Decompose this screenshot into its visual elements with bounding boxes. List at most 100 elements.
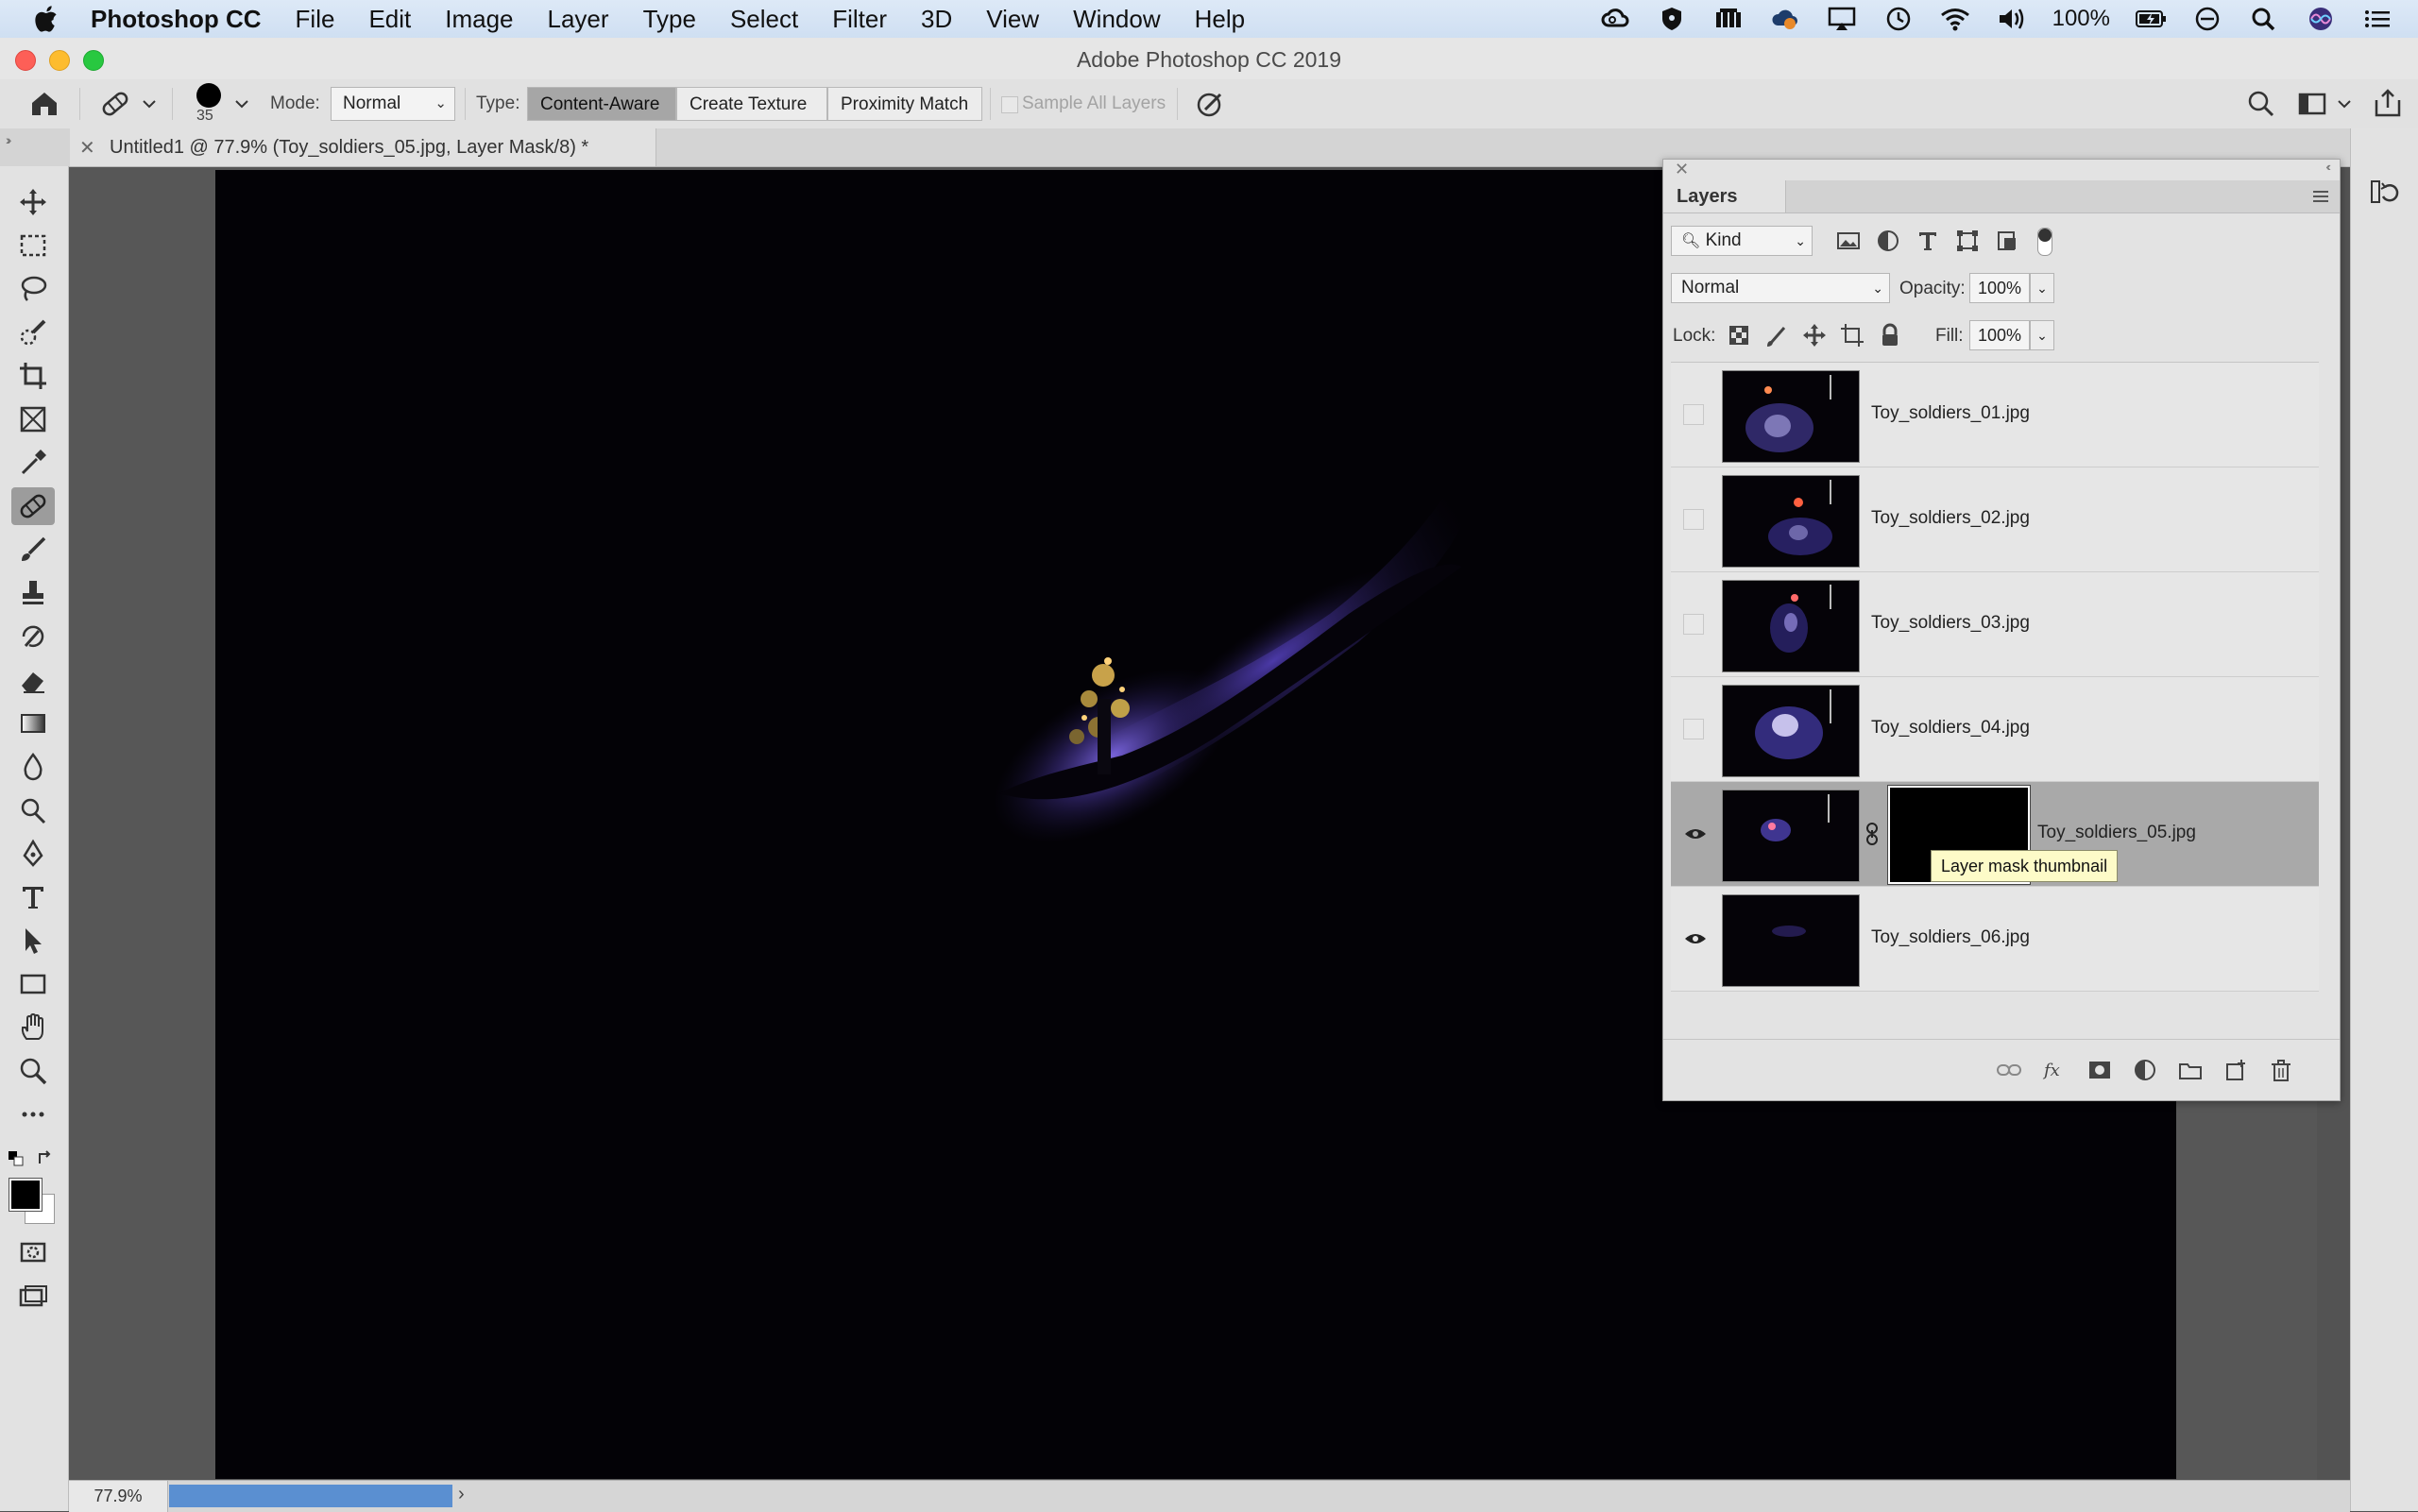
close-tab-icon[interactable]: ✕ <box>79 136 95 160</box>
lock-transparent-pixels-icon[interactable] <box>1726 322 1752 348</box>
menu-window[interactable]: Window <box>1056 5 1177 34</box>
cloud-sync-icon[interactable] <box>1769 5 1801 33</box>
lock-position-icon[interactable] <box>1801 322 1828 348</box>
link-icon[interactable] <box>1864 822 1881 846</box>
layer-thumbnail[interactable] <box>1722 790 1860 882</box>
new-group-icon[interactable] <box>2177 1057 2204 1083</box>
creative-cloud-icon[interactable] <box>1599 5 1631 33</box>
lock-all-icon[interactable] <box>1877 322 1903 348</box>
new-layer-icon[interactable] <box>2222 1057 2249 1083</box>
menu-select[interactable]: Select <box>713 5 815 34</box>
home-icon[interactable] <box>28 89 60 119</box>
adjustment-layer-filter-icon[interactable] <box>1875 228 1901 254</box>
workspace-chevron-icon[interactable] <box>2337 98 2352 110</box>
zoom-level-field[interactable]: 77.9% <box>69 1481 168 1512</box>
history-panel-icon[interactable] <box>2368 176 2400 208</box>
smart-object-filter-icon[interactable] <box>1994 228 2020 254</box>
blur-tool[interactable] <box>11 748 55 786</box>
layer-thumbnail[interactable] <box>1722 370 1860 463</box>
menu-layer[interactable]: Layer <box>531 5 626 34</box>
pen-tool[interactable] <box>11 835 55 873</box>
layer-row-toy-soldiers-04[interactable]: Toy_soldiers_04.jpg <box>1671 677 2319 782</box>
kind-filter-select[interactable]: 🔍︎ Kind ⌄ <box>1671 226 1813 256</box>
menu-app-name[interactable]: Photoshop CC <box>91 5 279 34</box>
swap-colors-icon[interactable] <box>36 1148 55 1167</box>
collapse-panel-icon[interactable]: ‹‹ <box>2325 160 2330 174</box>
apple-logo-icon[interactable] <box>34 4 62 34</box>
layer-thumbnail[interactable] <box>1722 580 1860 672</box>
spotlight-icon[interactable] <box>2248 5 2280 33</box>
gradient-tool[interactable] <box>11 705 55 742</box>
spot-healing-brush-preset-icon[interactable] <box>98 89 132 119</box>
add-mask-icon[interactable] <box>2086 1057 2113 1083</box>
visibility-toggle[interactable] <box>1683 928 1706 949</box>
battery-icon[interactable] <box>2135 5 2167 33</box>
visibility-toggle[interactable] <box>1683 719 1704 739</box>
blend-mode-select[interactable]: Normal ⌄ <box>1671 273 1890 303</box>
content-aware-button[interactable]: Content-Aware <box>527 87 676 121</box>
path-selection-tool[interactable] <box>11 922 55 960</box>
hand-tool[interactable] <box>11 1009 55 1046</box>
sample-all-layers-checkbox[interactable] <box>1001 96 1018 113</box>
layer-row-toy-soldiers-02[interactable]: Toy_soldiers_02.jpg <box>1671 467 2319 572</box>
spot-healing-brush-tool[interactable] <box>11 487 55 525</box>
clone-stamp-tool[interactable] <box>11 574 55 612</box>
airplay-icon[interactable] <box>1826 5 1858 33</box>
tab-layers[interactable]: Layers <box>1663 180 1786 212</box>
trash-icon[interactable] <box>2268 1057 2294 1083</box>
crop-tool[interactable] <box>11 357 55 395</box>
lasso-tool[interactable] <box>11 270 55 308</box>
move-tool[interactable] <box>11 183 55 221</box>
menu-file[interactable]: File <box>279 5 352 34</box>
fx-icon[interactable]: fx <box>2041 1057 2068 1083</box>
lock-image-pixels-icon[interactable] <box>1763 322 1790 348</box>
volume-icon[interactable] <box>1996 5 2028 33</box>
layer-row-toy-soldiers-01[interactable]: Toy_soldiers_01.jpg <box>1671 363 2319 467</box>
new-adjustment-layer-icon[interactable] <box>2132 1057 2158 1083</box>
visibility-toggle[interactable] <box>1683 509 1704 530</box>
filter-toggle[interactable] <box>2037 228 2052 256</box>
panel-menu-icon[interactable] <box>2311 187 2330 206</box>
dodge-tool[interactable] <box>11 791 55 829</box>
fill-dropdown[interactable]: ⌄ <box>2030 320 2054 350</box>
chevron-down-icon[interactable] <box>142 98 157 110</box>
proximity-match-button[interactable]: Proximity Match <box>827 87 982 121</box>
siri-icon[interactable] <box>2305 5 2337 33</box>
type-layer-filter-icon[interactable] <box>1915 228 1941 254</box>
frame-tool[interactable] <box>11 400 55 438</box>
brush-tool[interactable] <box>11 531 55 569</box>
create-texture-button[interactable]: Create Texture <box>676 87 827 121</box>
visibility-toggle[interactable] <box>1683 614 1704 635</box>
menu-filter[interactable]: Filter <box>815 5 904 34</box>
panel-header[interactable]: ✕ ‹‹ <box>1663 160 2340 180</box>
layer-thumbnail[interactable] <box>1722 894 1860 987</box>
opacity-field[interactable]: 100% <box>1969 273 2030 303</box>
type-tool[interactable] <box>11 878 55 916</box>
lock-artboard-icon[interactable] <box>1839 322 1865 348</box>
link-layers-icon[interactable] <box>1996 1057 2022 1083</box>
close-panel-icon[interactable]: ✕ <box>1675 160 1689 179</box>
eraser-tool[interactable] <box>11 661 55 699</box>
edit-toolbar-button[interactable] <box>11 1096 55 1133</box>
pressure-size-icon[interactable] <box>1194 89 1228 119</box>
rectangle-tool[interactable] <box>11 965 55 1003</box>
quick-selection-tool[interactable] <box>11 314 55 351</box>
eyedropper-tool[interactable] <box>11 444 55 482</box>
layer-row-toy-soldiers-06[interactable]: Toy_soldiers_06.jpg <box>1671 887 2319 992</box>
menu-edit[interactable]: Edit <box>351 5 428 34</box>
screen-mode-button[interactable] <box>11 1279 55 1317</box>
share-icon[interactable] <box>2373 87 2403 119</box>
time-machine-icon[interactable] <box>1882 5 1915 33</box>
foreground-color-swatch[interactable] <box>9 1179 42 1211</box>
pixel-layer-filter-icon[interactable] <box>1835 228 1862 254</box>
layer-thumbnail[interactable] <box>1722 685 1860 777</box>
document-tab[interactable]: ✕ Untitled1 @ 77.9% (Toy_soldiers_05.jpg… <box>70 128 656 166</box>
zoom-tool[interactable] <box>11 1052 55 1090</box>
expand-tools-icon[interactable]: ›› <box>6 132 12 147</box>
opacity-dropdown[interactable]: ⌄ <box>2030 273 2054 303</box>
default-colors-icon[interactable] <box>8 1150 25 1167</box>
marquee-tool[interactable] <box>11 227 55 264</box>
brush-picker-chevron-icon[interactable] <box>234 98 249 110</box>
workspace-icon[interactable] <box>2297 89 2327 119</box>
vpn-shield-icon[interactable] <box>1656 5 1688 33</box>
